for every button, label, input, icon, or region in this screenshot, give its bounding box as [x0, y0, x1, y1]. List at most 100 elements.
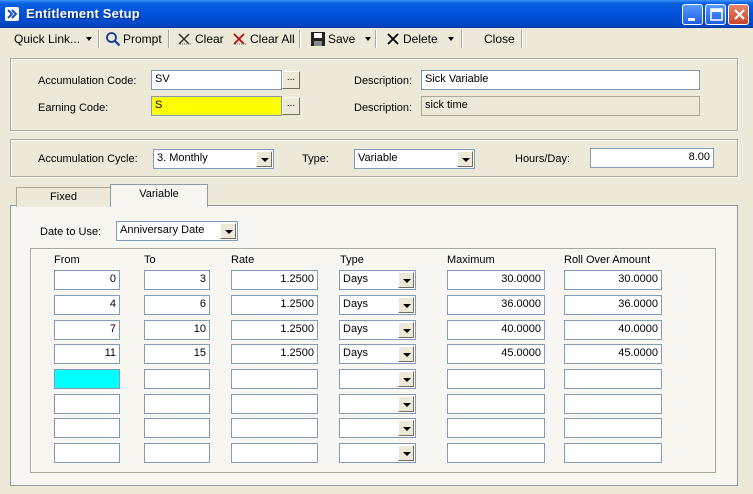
prompt-button[interactable]: Prompt: [105, 30, 162, 48]
tab-variable[interactable]: Variable: [110, 184, 208, 207]
grid-cell-type-select[interactable]: Days: [339, 295, 416, 315]
toolbar-separator: [521, 30, 523, 48]
grid-cell-rate[interactable]: [231, 418, 318, 438]
grid-cell-type-select[interactable]: Days: [339, 320, 416, 340]
date-to-use-select[interactable]: Anniversary Date: [116, 221, 238, 241]
grid-cell-rate[interactable]: [231, 369, 318, 389]
accumulation-code-lookup-button[interactable]: ...: [282, 71, 300, 89]
grid-cell-rate[interactable]: 1.2500: [231, 320, 318, 340]
grid-cell-type-select[interactable]: [339, 369, 416, 389]
grid-cell-maximum[interactable]: 40.0000: [447, 320, 545, 340]
chevron-down-icon[interactable]: [398, 420, 414, 436]
accumulation-description-input[interactable]: Sick Variable: [421, 70, 700, 90]
grid-cell-to[interactable]: 6: [144, 295, 210, 315]
grid-cell-type-select[interactable]: [339, 443, 416, 463]
grid-cell-from[interactable]: [54, 443, 120, 463]
grid-cell-to[interactable]: 10: [144, 320, 210, 340]
grid-cell-maximum[interactable]: [447, 369, 545, 389]
chevron-down-icon[interactable]: [398, 297, 414, 313]
ellipsis-icon: ...: [286, 72, 296, 83]
type-select[interactable]: Variable: [354, 149, 475, 169]
quick-link-label: Quick Link...: [14, 32, 81, 46]
chevron-down-icon[interactable]: [398, 371, 414, 387]
grid-cell-rate[interactable]: 1.2500: [231, 270, 318, 290]
minimize-button[interactable]: [682, 4, 703, 25]
grid-cell-roll-over[interactable]: 40.0000: [564, 320, 662, 340]
chevron-down-icon[interactable]: [398, 396, 414, 412]
tab-fixed[interactable]: Fixed: [16, 187, 111, 207]
grid-cell-type-select[interactable]: Days: [339, 270, 416, 290]
column-header-roll-over-amount: Roll Over Amount: [564, 254, 651, 266]
clear-all-icon: [233, 33, 247, 45]
grid-cell-to[interactable]: 3: [144, 270, 210, 290]
grid-cell-roll-over[interactable]: 45.0000: [564, 344, 662, 364]
chevron-down-icon[interactable]: [256, 151, 272, 167]
delete-x-icon: [387, 33, 399, 45]
clear-all-button[interactable]: Clear All: [232, 30, 295, 48]
grid-cell-to[interactable]: 15: [144, 344, 210, 364]
accumulation-code-label: Accumulation Code:: [38, 75, 137, 87]
chevron-down-icon[interactable]: [398, 322, 414, 338]
grid-cell-rate[interactable]: [231, 394, 318, 414]
earning-code-lookup-button[interactable]: ...: [282, 97, 300, 115]
grid-cell-roll-over[interactable]: [564, 443, 662, 463]
chevron-down-icon[interactable]: [398, 445, 414, 461]
grid-cell-roll-over[interactable]: [564, 418, 662, 438]
grid-cell-from[interactable]: [54, 418, 120, 438]
chevron-down-icon: [365, 37, 372, 41]
ellipsis-icon: ...: [286, 98, 296, 109]
accumulation-cycle-select[interactable]: 3. Monthly: [153, 149, 274, 169]
grid-cell-maximum[interactable]: [447, 443, 545, 463]
grid-cell-maximum[interactable]: 30.0000: [447, 270, 545, 290]
grid-cell-to[interactable]: [144, 418, 210, 438]
grid-cell-from[interactable]: 0: [54, 270, 120, 290]
grid-cell-to[interactable]: [144, 443, 210, 463]
close-window-button[interactable]: [728, 4, 749, 25]
chevron-down-icon[interactable]: [398, 272, 414, 288]
accumulation-cycle-value: 3. Monthly: [157, 152, 208, 164]
save-button[interactable]: Save: [310, 30, 372, 48]
grid-cell-from[interactable]: [54, 394, 120, 414]
clear-button[interactable]: Clear: [177, 30, 224, 48]
chevron-down-icon[interactable]: [398, 346, 414, 362]
grid-cell-from[interactable]: 7: [54, 320, 120, 340]
maximize-button[interactable]: [705, 4, 726, 25]
grid-cell-maximum[interactable]: 36.0000: [447, 295, 545, 315]
delete-button[interactable]: Delete: [385, 30, 454, 48]
grid-cell-roll-over[interactable]: [564, 394, 662, 414]
grid-cell-maximum[interactable]: [447, 418, 545, 438]
accumulation-code-input[interactable]: SV: [151, 70, 282, 90]
grid-cell-rate[interactable]: 1.2500: [231, 344, 318, 364]
chevron-down-icon[interactable]: [457, 151, 473, 167]
column-header-type: Type: [340, 254, 364, 266]
grid-cell-type-select[interactable]: [339, 418, 416, 438]
grid-cell-roll-over[interactable]: 30.0000: [564, 270, 662, 290]
earning-code-input[interactable]: S: [151, 96, 282, 116]
earning-description-value: sick time: [421, 96, 700, 116]
column-header-maximum: Maximum: [447, 254, 495, 266]
grid-cell-rate[interactable]: 1.2500: [231, 295, 318, 315]
title-bar[interactable]: Entitlement Setup: [0, 0, 753, 28]
grid-cell-from[interactable]: [54, 369, 120, 389]
grid-cell-to[interactable]: [144, 369, 210, 389]
grid-cell-to[interactable]: [144, 394, 210, 414]
clear-icon: [178, 33, 192, 45]
grid-cell-from[interactable]: 4: [54, 295, 120, 315]
grid-cell-maximum[interactable]: [447, 394, 545, 414]
chevron-down-icon[interactable]: [220, 223, 236, 239]
grid-cell-type-value: Days: [343, 347, 369, 359]
grid-cell-type-select[interactable]: Days: [339, 344, 416, 364]
grid-cell-roll-over[interactable]: 36.0000: [564, 295, 662, 315]
toolbar-separator: [168, 30, 170, 48]
close-button[interactable]: Close: [484, 30, 515, 48]
grid-cell-maximum[interactable]: 45.0000: [447, 344, 545, 364]
hours-per-day-input[interactable]: 8.00: [590, 148, 714, 168]
grid-cell-rate[interactable]: [231, 443, 318, 463]
grid-cell-type-select[interactable]: [339, 394, 416, 414]
window-title: Entitlement Setup: [26, 6, 140, 21]
grid-cell-from[interactable]: 11: [54, 344, 120, 364]
codes-group: [10, 58, 738, 131]
quick-link-button[interactable]: Quick Link...: [14, 30, 93, 48]
grid-cell-roll-over[interactable]: [564, 369, 662, 389]
grid-cell-type-value: Days: [343, 298, 369, 310]
